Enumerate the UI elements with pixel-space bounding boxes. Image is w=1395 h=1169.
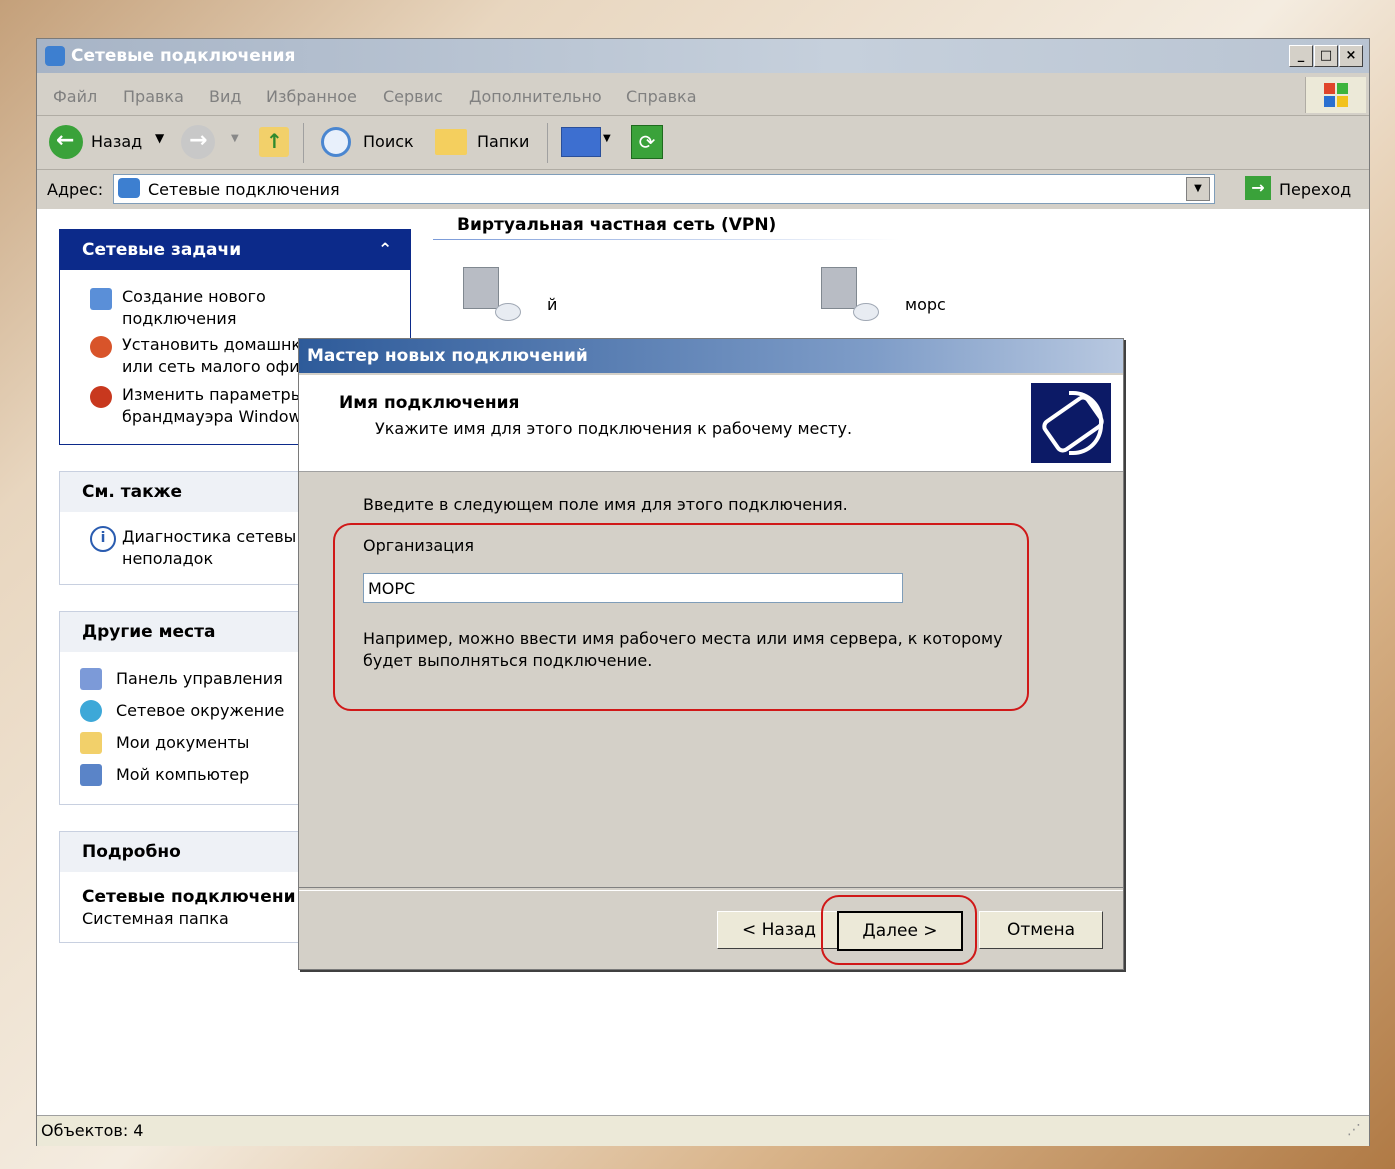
windows-logo-icon (1305, 77, 1366, 113)
menu-favorites[interactable]: Избранное (266, 87, 357, 106)
link-my-computer[interactable]: Мой компьютер (116, 764, 249, 786)
forward-arrow-icon[interactable]: → (181, 125, 215, 159)
go-arrow-icon[interactable]: → (1245, 176, 1271, 200)
toolbar: ← Назад ▼ → ▼ ↑ Поиск Папки ▼ ⟳ (37, 117, 1369, 170)
new-connection-icon (90, 288, 112, 310)
minimize-button[interactable]: _ (1289, 45, 1313, 67)
firewall-icon (90, 386, 112, 408)
link-control-panel[interactable]: Панель управления (116, 668, 283, 690)
menu-tools[interactable]: Сервис (383, 87, 443, 106)
resize-grip-icon[interactable]: ⋰ (1347, 1122, 1361, 1138)
menu-bar: Файл Правка Вид Избранное Сервис Дополни… (37, 75, 1369, 116)
panel-title: Другие места (82, 622, 216, 642)
vpn-connection-icon[interactable] (461, 263, 521, 323)
dialog-title: Мастер новых подключений (307, 346, 588, 366)
vpn-connection-label[interactable]: й (547, 295, 557, 314)
link-my-documents[interactable]: Мои документы (116, 732, 249, 754)
task-home-network[interactable]: Установить домашнк или сеть малого офи (122, 334, 301, 378)
window-title: Сетевые подключения (71, 46, 296, 66)
back-arrow-icon[interactable]: ← (49, 125, 83, 159)
my-documents-icon (80, 732, 102, 754)
info-icon: i (90, 526, 116, 552)
collapse-icon[interactable]: ⌃ (378, 230, 392, 270)
back-dropdown-icon[interactable]: ▼ (155, 131, 164, 145)
group-divider (433, 239, 899, 240)
search-button-label[interactable]: Поиск (363, 132, 414, 151)
status-bar: Объектов: 4 ⋰ (37, 1115, 1369, 1146)
header-subtitle: Укажите имя для этого подключения к рабо… (375, 419, 853, 438)
link-network-diagnostics[interactable]: Диагностика сетевы неполадок (122, 526, 296, 570)
sync-icon[interactable]: ⟳ (631, 125, 663, 159)
details-type: Системная папка (82, 909, 229, 928)
my-computer-icon (80, 764, 102, 786)
folders-button-label[interactable]: Папки (477, 132, 529, 151)
network-connections-icon (118, 178, 140, 198)
menu-help[interactable]: Справка (626, 87, 697, 106)
panel-title: Сетевые задачи (82, 240, 242, 260)
dialog-header: Имя подключения Укажите имя для этого по… (299, 375, 1123, 472)
control-panel-icon (80, 668, 102, 690)
views-dropdown-icon[interactable]: ▼ (603, 133, 611, 144)
vpn-connection-icon[interactable] (819, 263, 879, 323)
panel-title: Подробно (82, 842, 181, 862)
window-titlebar[interactable]: Сетевые подключения _ □ × (37, 39, 1369, 73)
instruction-text: Введите в следующем поле имя для этого п… (363, 495, 848, 514)
menu-advanced[interactable]: Дополнительно (469, 87, 602, 106)
task-new-connection[interactable]: Создание нового подключения (122, 286, 266, 330)
address-dropdown-button[interactable]: ▼ (1186, 177, 1210, 201)
vpn-connection-label[interactable]: морс (905, 295, 946, 314)
vpn-group-title: Виртуальная частная сеть (VPN) (457, 215, 777, 235)
menu-view[interactable]: Вид (209, 87, 241, 106)
highlight-field-group (333, 523, 1029, 711)
panel-header[interactable]: Сетевые задачи ⌃ (60, 230, 410, 270)
network-connections-icon (45, 46, 65, 66)
address-bar: Адрес: Сетевые подключения ▼ → Переход (37, 171, 1369, 207)
highlight-next-button (821, 895, 977, 965)
menu-file[interactable]: Файл (53, 87, 97, 106)
close-button[interactable]: × (1339, 45, 1363, 67)
network-cable-icon (1031, 383, 1111, 463)
address-field[interactable]: Сетевые подключения ▼ (113, 174, 1215, 204)
panel-title: См. также (82, 482, 183, 502)
up-folder-icon[interactable]: ↑ (259, 127, 289, 157)
header-title: Имя подключения (339, 393, 520, 413)
menu-edit[interactable]: Правка (123, 87, 184, 106)
home-network-icon (90, 336, 112, 358)
folders-icon[interactable] (435, 129, 467, 155)
address-value: Сетевые подключения (148, 180, 340, 199)
search-icon[interactable] (321, 127, 351, 157)
link-network-places[interactable]: Сетевое окружение (116, 700, 284, 722)
maximize-button[interactable]: □ (1314, 45, 1338, 67)
forward-dropdown-icon[interactable]: ▼ (231, 133, 239, 144)
task-firewall-settings[interactable]: Изменить параметры брандмауэра Window (122, 384, 303, 428)
button-separator (299, 887, 1123, 891)
new-connection-wizard: Мастер новых подключений Имя подключения… (298, 338, 1124, 970)
go-button[interactable]: Переход (1279, 180, 1351, 199)
cancel-button[interactable]: Отмена (979, 911, 1103, 949)
details-name: Сетевые подключени (82, 887, 296, 907)
views-icon[interactable] (561, 127, 601, 157)
network-places-icon (80, 700, 102, 722)
back-button-label[interactable]: Назад (91, 132, 142, 151)
status-text: Объектов: 4 (41, 1121, 144, 1140)
dialog-titlebar[interactable]: Мастер новых подключений (299, 339, 1123, 373)
address-label: Адрес: (47, 180, 104, 199)
